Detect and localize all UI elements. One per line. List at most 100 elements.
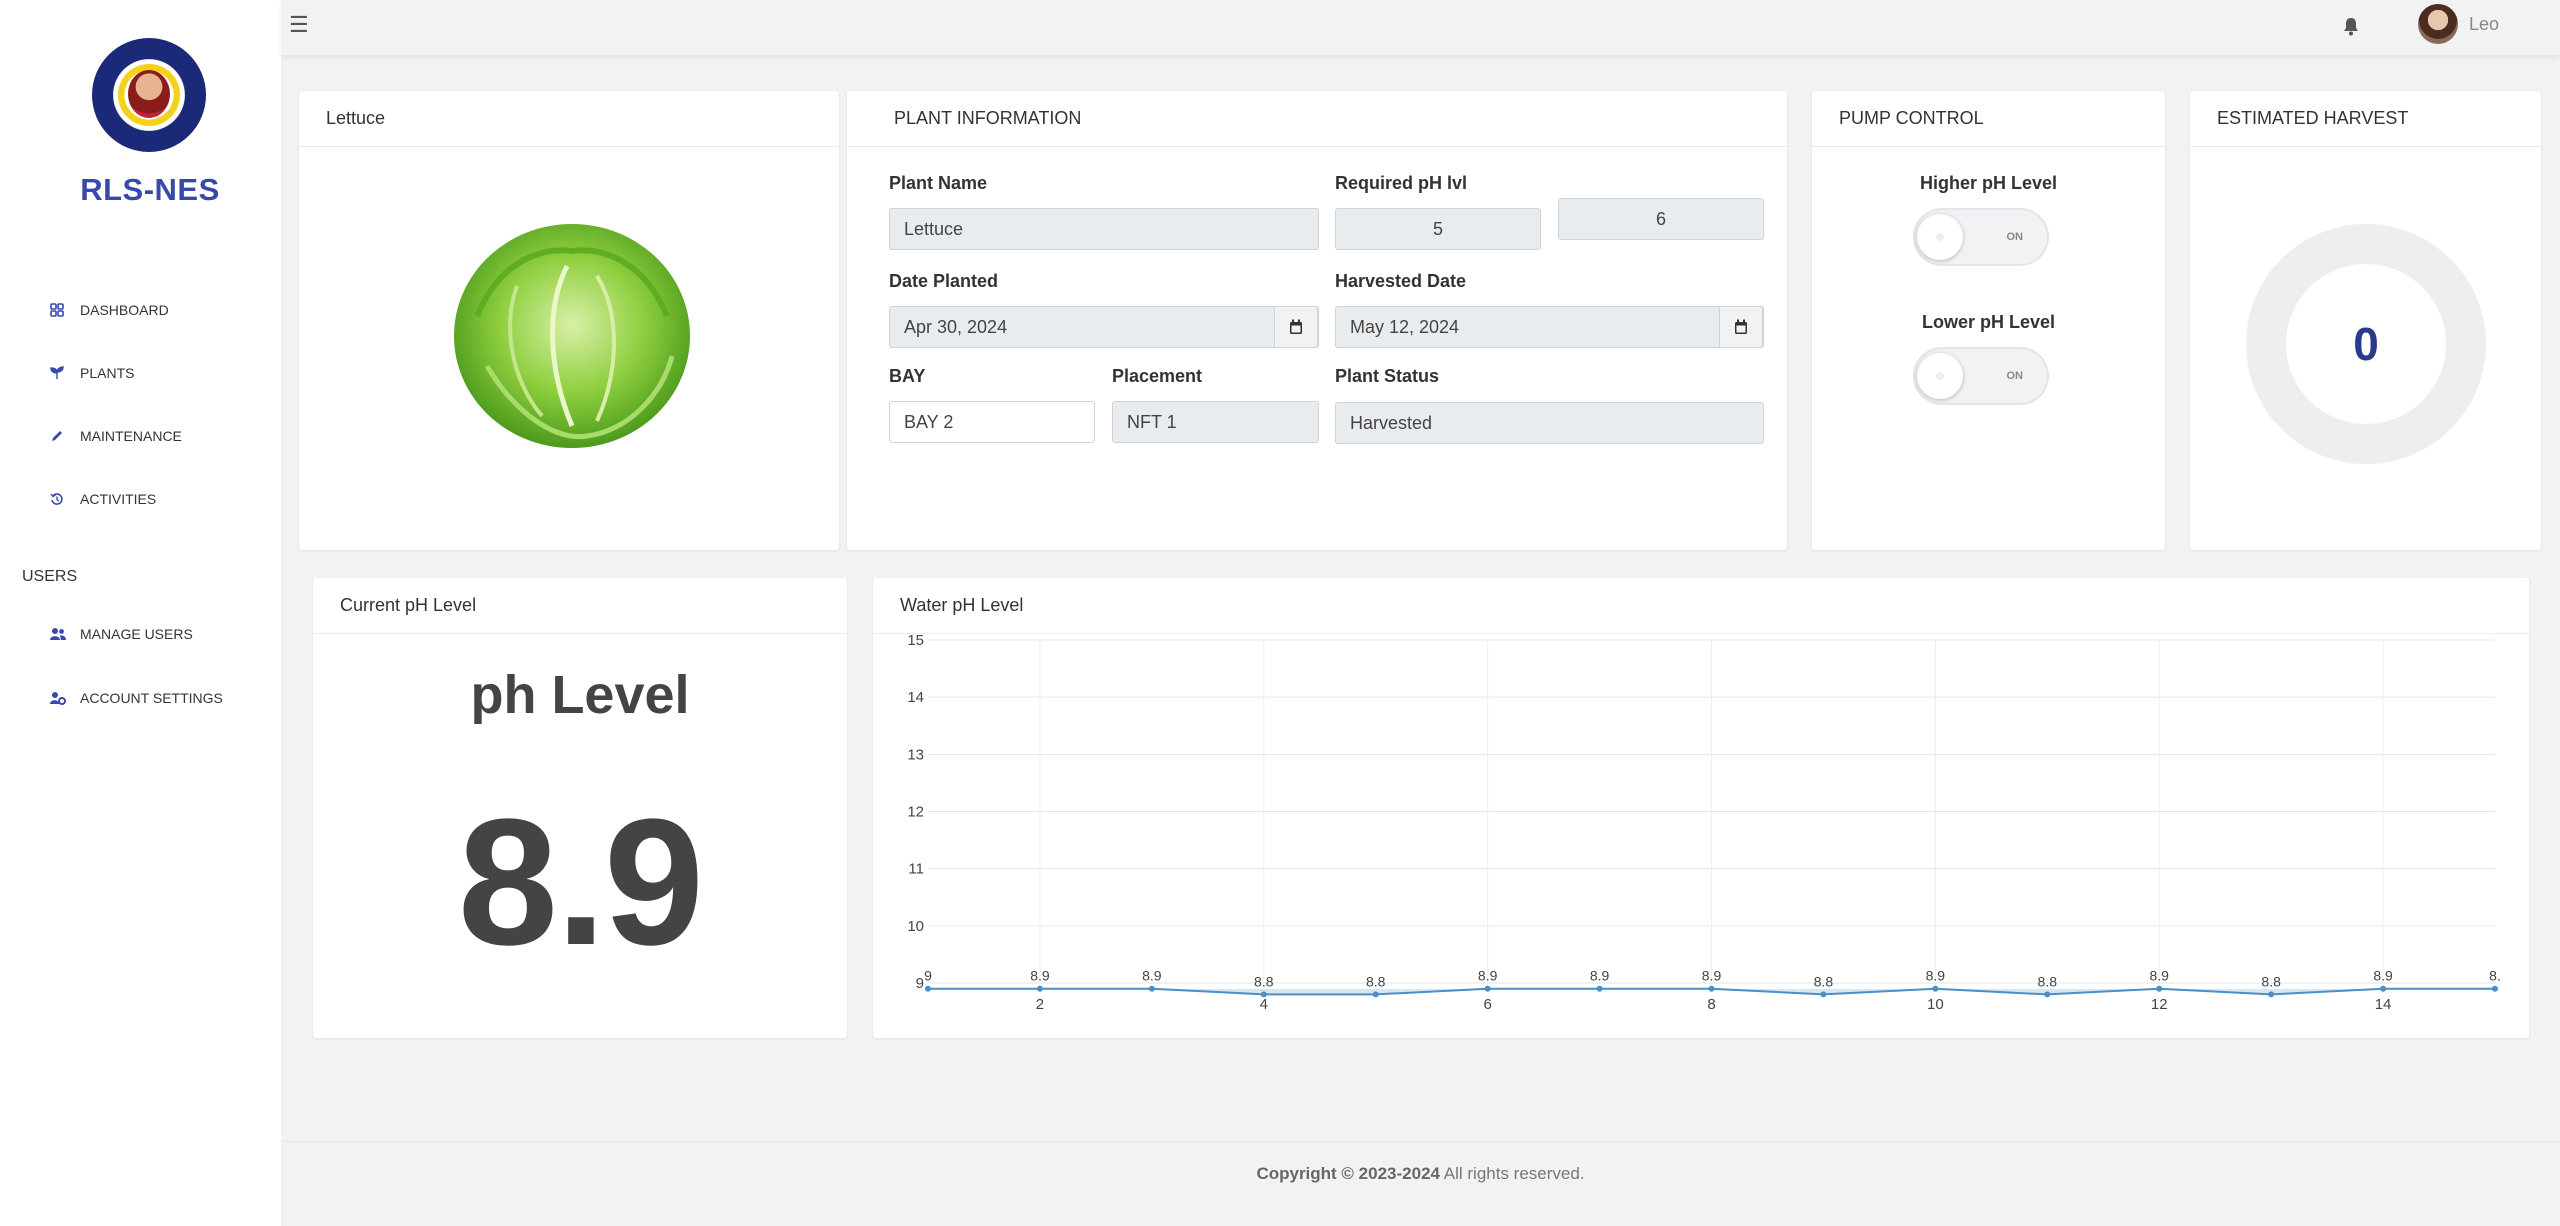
data-label: 9 [924, 968, 932, 984]
date-planted-value: Apr 30, 2024 [904, 316, 1008, 337]
data-label: 8.9 [1478, 968, 1498, 984]
sidebar: RLS-NES DASHBOARD PLANTS MAINTENANCE ACT… [0, 0, 281, 1226]
harvest-value: 0 [2353, 318, 2379, 370]
data-label: 8.9 [2149, 968, 2169, 984]
data-label: 8. [2489, 968, 2501, 984]
card-title: Water pH Level [873, 578, 2529, 634]
x-tick-label: 14 [2375, 996, 2392, 1013]
bay-field[interactable]: BAY 2 [889, 401, 1095, 443]
lower-ph-toggle[interactable]: ON [1913, 347, 2049, 405]
plant-name-field[interactable]: Lettuce [889, 208, 1319, 250]
data-point [1260, 991, 1267, 998]
lettuce-image [454, 224, 690, 448]
data-label: 8.9 [1030, 968, 1050, 984]
x-tick-label: 8 [1707, 996, 1715, 1013]
plant-information-card: PLANT INFORMATION Plant Name Lettuce Req… [847, 91, 1787, 550]
card-title: ESTIMATED HARVEST [2190, 91, 2541, 147]
data-label: 8.9 [2373, 968, 2393, 984]
data-point [2156, 985, 2163, 992]
ph-heading: ph Level [470, 665, 690, 725]
logo-portrait [128, 70, 170, 118]
footer-rights: All rights reserved. [1439, 1164, 1585, 1183]
sidebar-item-label: MANAGE USERS [80, 626, 193, 642]
required-ph-label: Required pH lvl [1335, 173, 1468, 193]
harvested-date-field[interactable]: May 12, 2024 [1335, 306, 1764, 348]
sidebar-item-label: PLANTS [80, 365, 135, 381]
menu-toggle-icon[interactable]: ☰ [289, 12, 309, 38]
sidebar-item-activities[interactable]: ACTIVITIES [50, 484, 156, 514]
sidebar-item-dashboard[interactable]: DASHBOARD [50, 295, 169, 325]
date-planted-field[interactable]: Apr 30, 2024 [889, 306, 1319, 348]
users-section-title: USERS [22, 568, 78, 585]
x-tick-label: 10 [1927, 996, 1944, 1013]
sidebar-item-label: ACTIVITIES [80, 491, 157, 507]
x-tick-label: 2 [1036, 996, 1044, 1013]
current-ph-card: Current pH Level ph Level 8.9 [313, 578, 847, 1038]
data-label: 8.8 [1366, 973, 1386, 989]
username[interactable]: Leo [2469, 14, 2499, 35]
data-label: 8.9 [1926, 968, 1946, 984]
plant-image-card: Lettuce [299, 91, 839, 550]
y-tick-label: 12 [907, 804, 924, 821]
y-tick-label: 10 [907, 918, 924, 935]
estimated-harvest-card: ESTIMATED HARVEST 0 [2190, 91, 2541, 550]
y-tick-label: 14 [907, 689, 924, 706]
calendar-icon[interactable] [1719, 306, 1763, 348]
sidebar-item-plants[interactable]: PLANTS [50, 358, 134, 388]
higher-ph-toggle[interactable]: ON [1913, 208, 2049, 266]
toggle-on-label: ON [2006, 370, 2024, 382]
required-ph-max-field[interactable]: 6 [1558, 198, 1764, 240]
history-icon [50, 492, 64, 506]
bell-icon[interactable] [2342, 16, 2364, 38]
water-ph-chart: 9 10 11 12 13 14 15 2 4 6 8 10 12 14 9 8.9 8.9 8.8 8.8 8.9 8… [907, 634, 2501, 1013]
pump-control-card: PUMP CONTROL Higher pH Level ON Lower pH… [1812, 91, 2165, 550]
sidebar-item-account-settings[interactable]: ACCOUNT SETTINGS [50, 683, 223, 713]
x-tick-label: 4 [1260, 996, 1268, 1013]
y-tick-label: 15 [907, 634, 924, 649]
placement-field[interactable]: NFT 1 [1112, 401, 1319, 443]
avatar[interactable] [2418, 4, 2458, 44]
lower-ph-label: Lower pH Level [1921, 312, 2056, 332]
brand-title: RLS-NES [80, 172, 220, 207]
sidebar-item-manage-users[interactable]: MANAGE USERS [50, 619, 193, 649]
data-point [1932, 985, 1939, 992]
data-label: 8.8 [2261, 973, 2281, 989]
plant-name-label: Plant Name [889, 173, 988, 193]
data-label: 8.9 [1590, 968, 1610, 984]
sprout-icon [50, 366, 64, 380]
y-tick-label: 11 [908, 861, 924, 878]
data-point [2380, 985, 2387, 992]
data-label: 8.8 [1814, 973, 1834, 989]
required-ph-min-field[interactable]: 5 [1335, 208, 1541, 250]
data-point [1036, 985, 1043, 992]
sidebar-item-label: ACCOUNT SETTINGS [80, 690, 223, 706]
card-title: Current pH Level [313, 578, 847, 634]
card-title: PLANT INFORMATION [847, 91, 1787, 147]
date-planted-label: Date Planted [889, 271, 999, 291]
y-tick-label: 13 [907, 746, 924, 763]
calendar-icon[interactable] [1274, 306, 1318, 348]
data-point [1484, 985, 1491, 992]
current-ph-value: 8.9 [457, 782, 704, 983]
data-point [1708, 985, 1715, 992]
harvested-date-value: May 12, 2024 [1350, 316, 1460, 337]
footer: Copyright © 2023-2024 All rights reserve… [281, 1141, 2560, 1226]
plant-status-field[interactable]: Harvested [1335, 402, 1764, 444]
data-point [2044, 991, 2051, 998]
sidebar-item-label: DASHBOARD [80, 302, 169, 318]
pencil-icon [50, 429, 64, 443]
dashboard-icon [50, 303, 64, 317]
users-icon [50, 627, 66, 641]
data-point [925, 985, 931, 992]
x-tick-label: 12 [2151, 996, 2168, 1013]
card-title: PUMP CONTROL [1812, 91, 2165, 147]
data-point [1596, 985, 1603, 992]
card-title: Lettuce [299, 91, 839, 147]
toggle-knob [1917, 353, 1963, 399]
topbar: ☰ Leo [281, 0, 2560, 56]
water-ph-card: Water pH Level 9 10 11 12 13 14 15 2 4 6 8 10 12 14 9 8… [873, 578, 2529, 1038]
sidebar-item-maintenance[interactable]: MAINTENANCE [50, 421, 182, 451]
y-tick-label: 9 [916, 975, 924, 992]
footer-copyright: Copyright © 2023-2024 [1256, 1164, 1440, 1183]
data-point [1148, 985, 1155, 992]
